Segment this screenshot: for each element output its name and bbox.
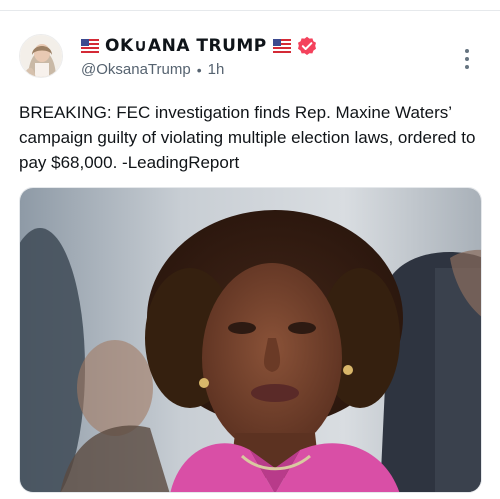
us-flag-icon bbox=[272, 39, 291, 53]
post-text: BREAKING: FEC investigation finds Rep. M… bbox=[19, 103, 476, 172]
author-meta-row: @OksanaTrump • 1h bbox=[81, 61, 224, 78]
post-card[interactable]: OK∪ANA TRUMP @OksanaTrump • 1h BREAKING:… bbox=[0, 11, 500, 499]
verified-badge-icon bbox=[297, 36, 317, 56]
author-display-name[interactable]: OK∪ANA TRUMP bbox=[105, 36, 267, 56]
more-dot bbox=[465, 65, 469, 69]
more-dot bbox=[465, 57, 469, 61]
more-dot bbox=[465, 49, 469, 53]
more-vertical-icon[interactable] bbox=[456, 44, 478, 74]
author-name-row[interactable]: OK∪ANA TRUMP bbox=[81, 34, 317, 58]
post-timestamp[interactable]: 1h bbox=[208, 61, 225, 78]
author-handle[interactable]: @OksanaTrump bbox=[81, 61, 191, 78]
post-image[interactable] bbox=[19, 187, 482, 493]
meta-separator: • bbox=[196, 61, 202, 78]
avatar[interactable] bbox=[19, 34, 63, 78]
us-flag-icon bbox=[81, 39, 99, 53]
